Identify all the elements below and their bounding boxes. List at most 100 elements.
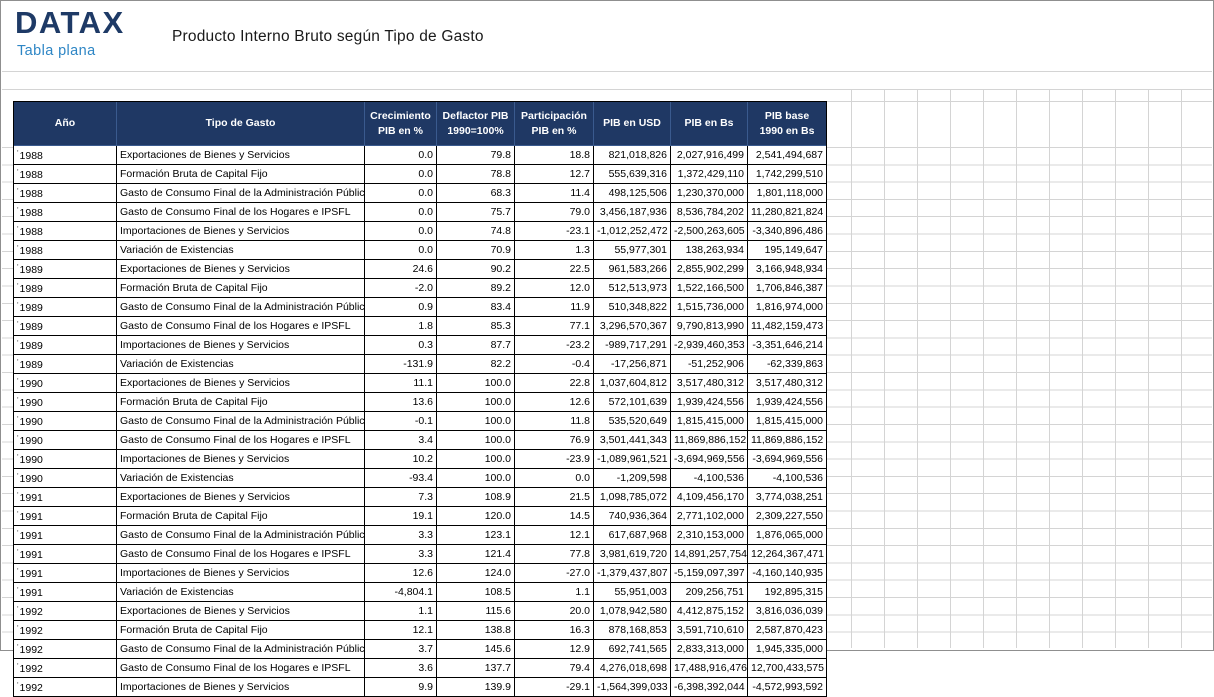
cell-ano[interactable]: '1991 xyxy=(14,583,117,602)
cell-crecimiento[interactable]: 1.8 xyxy=(365,317,437,336)
cell-deflactor[interactable]: 90.2 xyxy=(437,260,515,279)
cell-tipo[interactable]: Exportaciones de Bienes y Servicios xyxy=(117,146,365,165)
cell-tipo[interactable]: Gasto de Consumo Final de la Administrac… xyxy=(117,526,365,545)
cell-pib_bs[interactable]: 1,372,429,110 xyxy=(671,165,748,184)
cell-participacion[interactable]: 18.8 xyxy=(515,146,594,165)
cell-ano[interactable]: '1988 xyxy=(14,203,117,222)
cell-ano[interactable]: '1991 xyxy=(14,564,117,583)
cell-ano[interactable]: '1992 xyxy=(14,678,117,697)
column-header-pib_bs[interactable]: PIB en Bs xyxy=(671,102,748,146)
cell-deflactor[interactable]: 79.8 xyxy=(437,146,515,165)
cell-ano[interactable]: '1992 xyxy=(14,602,117,621)
cell-participacion[interactable]: 0.0 xyxy=(515,469,594,488)
cell-pib_base[interactable]: 1,742,299,510 xyxy=(748,165,827,184)
cell-pib_bs[interactable]: 1,939,424,556 xyxy=(671,393,748,412)
cell-pib_bs[interactable]: -2,939,460,353 xyxy=(671,336,748,355)
cell-participacion[interactable]: 20.0 xyxy=(515,602,594,621)
cell-pib_base[interactable]: 2,541,494,687 xyxy=(748,146,827,165)
cell-ano[interactable]: '1992 xyxy=(14,659,117,678)
cell-tipo[interactable]: Formación Bruta de Capital Fijo xyxy=(117,279,365,298)
cell-pib_usd[interactable]: 3,501,441,343 xyxy=(594,431,671,450)
cell-tipo[interactable]: Variación de Existencias xyxy=(117,355,365,374)
cell-ano[interactable]: '1991 xyxy=(14,526,117,545)
cell-deflactor[interactable]: 83.4 xyxy=(437,298,515,317)
cell-pib_base[interactable]: -4,572,993,592 xyxy=(748,678,827,697)
cell-pib_usd[interactable]: 3,296,570,367 xyxy=(594,317,671,336)
cell-crecimiento[interactable]: 0.9 xyxy=(365,298,437,317)
column-header-ano[interactable]: Año xyxy=(14,102,117,146)
cell-pib_bs[interactable]: -4,100,536 xyxy=(671,469,748,488)
cell-pib_usd[interactable]: 1,098,785,072 xyxy=(594,488,671,507)
cell-participacion[interactable]: 11.4 xyxy=(515,184,594,203)
cell-crecimiento[interactable]: -0.1 xyxy=(365,412,437,431)
cell-pib_base[interactable]: 1,876,065,000 xyxy=(748,526,827,545)
cell-participacion[interactable]: 77.8 xyxy=(515,545,594,564)
cell-pib_base[interactable]: 1,939,424,556 xyxy=(748,393,827,412)
cell-tipo[interactable]: Formación Bruta de Capital Fijo xyxy=(117,621,365,640)
cell-deflactor[interactable]: 74.8 xyxy=(437,222,515,241)
cell-tipo[interactable]: Gasto de Consumo Final de la Administrac… xyxy=(117,412,365,431)
cell-pib_base[interactable]: 2,309,227,550 xyxy=(748,507,827,526)
cell-pib_bs[interactable]: 2,310,153,000 xyxy=(671,526,748,545)
cell-tipo[interactable]: Formación Bruta de Capital Fijo xyxy=(117,165,365,184)
cell-deflactor[interactable]: 100.0 xyxy=(437,431,515,450)
cell-ano[interactable]: '1991 xyxy=(14,507,117,526)
cell-pib_usd[interactable]: 3,981,619,720 xyxy=(594,545,671,564)
cell-pib_base[interactable]: 192,895,315 xyxy=(748,583,827,602)
cell-tipo[interactable]: Variación de Existencias xyxy=(117,583,365,602)
cell-participacion[interactable]: 16.3 xyxy=(515,621,594,640)
cell-participacion[interactable]: 22.5 xyxy=(515,260,594,279)
cell-pib_bs[interactable]: -6,398,392,044 xyxy=(671,678,748,697)
cell-ano[interactable]: '1989 xyxy=(14,336,117,355)
cell-deflactor[interactable]: 100.0 xyxy=(437,450,515,469)
cell-participacion[interactable]: -23.1 xyxy=(515,222,594,241)
cell-ano[interactable]: '1988 xyxy=(14,241,117,260)
cell-deflactor[interactable]: 137.7 xyxy=(437,659,515,678)
cell-pib_base[interactable]: -3,340,896,486 xyxy=(748,222,827,241)
cell-ano[interactable]: '1990 xyxy=(14,374,117,393)
cell-participacion[interactable]: 11.9 xyxy=(515,298,594,317)
cell-pib_usd[interactable]: 535,520,649 xyxy=(594,412,671,431)
cell-pib_base[interactable]: -4,100,536 xyxy=(748,469,827,488)
cell-pib_usd[interactable]: 821,018,826 xyxy=(594,146,671,165)
cell-ano[interactable]: '1990 xyxy=(14,412,117,431)
cell-crecimiento[interactable]: 19.1 xyxy=(365,507,437,526)
cell-pib_bs[interactable]: 2,833,313,000 xyxy=(671,640,748,659)
cell-ano[interactable]: '1988 xyxy=(14,165,117,184)
cell-crecimiento[interactable]: -131.9 xyxy=(365,355,437,374)
cell-participacion[interactable]: 76.9 xyxy=(515,431,594,450)
cell-pib_bs[interactable]: -2,500,263,605 xyxy=(671,222,748,241)
cell-participacion[interactable]: 79.4 xyxy=(515,659,594,678)
cell-pib_bs[interactable]: 2,771,102,000 xyxy=(671,507,748,526)
cell-pib_base[interactable]: 1,945,335,000 xyxy=(748,640,827,659)
cell-tipo[interactable]: Gasto de Consumo Final de los Hogares e … xyxy=(117,317,365,336)
cell-pib_base[interactable]: 12,700,433,575 xyxy=(748,659,827,678)
cell-deflactor[interactable]: 85.3 xyxy=(437,317,515,336)
cell-ano[interactable]: '1989 xyxy=(14,298,117,317)
cell-pib_usd[interactable]: -1,379,437,807 xyxy=(594,564,671,583)
cell-participacion[interactable]: -27.0 xyxy=(515,564,594,583)
cell-pib_usd[interactable]: 555,639,316 xyxy=(594,165,671,184)
cell-pib_bs[interactable]: 9,790,813,990 xyxy=(671,317,748,336)
cell-crecimiento[interactable]: 0.0 xyxy=(365,241,437,260)
cell-tipo[interactable]: Exportaciones de Bienes y Servicios xyxy=(117,260,365,279)
cell-pib_bs[interactable]: 209,256,751 xyxy=(671,583,748,602)
cell-pib_bs[interactable]: 8,536,784,202 xyxy=(671,203,748,222)
cell-deflactor[interactable]: 120.0 xyxy=(437,507,515,526)
cell-tipo[interactable]: Importaciones de Bienes y Servicios xyxy=(117,678,365,697)
cell-pib_base[interactable]: 3,517,480,312 xyxy=(748,374,827,393)
cell-crecimiento[interactable]: -93.4 xyxy=(365,469,437,488)
cell-pib_usd[interactable]: -17,256,871 xyxy=(594,355,671,374)
cell-crecimiento[interactable]: 3.4 xyxy=(365,431,437,450)
cell-crecimiento[interactable]: 0.0 xyxy=(365,146,437,165)
cell-deflactor[interactable]: 100.0 xyxy=(437,412,515,431)
cell-pib_usd[interactable]: 512,513,973 xyxy=(594,279,671,298)
cell-deflactor[interactable]: 145.6 xyxy=(437,640,515,659)
cell-ano[interactable]: '1991 xyxy=(14,488,117,507)
cell-ano[interactable]: '1989 xyxy=(14,279,117,298)
cell-ano[interactable]: '1989 xyxy=(14,260,117,279)
cell-ano[interactable]: '1988 xyxy=(14,184,117,203)
cell-pib_usd[interactable]: 3,456,187,936 xyxy=(594,203,671,222)
cell-crecimiento[interactable]: 3.3 xyxy=(365,526,437,545)
cell-pib_usd[interactable]: 617,687,968 xyxy=(594,526,671,545)
